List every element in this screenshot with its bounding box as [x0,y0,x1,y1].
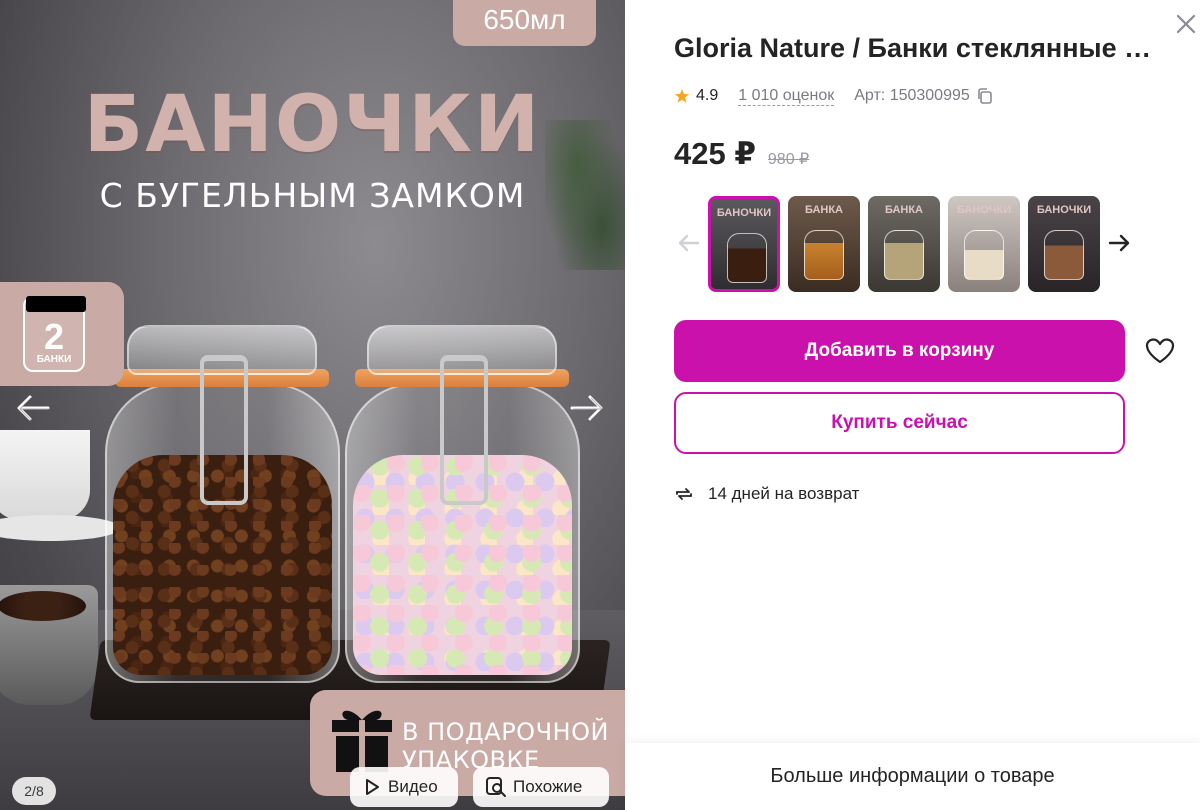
coffee-jar [105,325,340,685]
return-policy-text: 14 дней на возврат [708,484,860,503]
jar-count-badge: 2 БАНКИ [0,282,124,386]
old-price: 980 ₽ [767,151,810,168]
similar-search-icon [486,777,506,797]
thumbnail-2-title: БАНКА [804,204,844,216]
product-image-gallery[interactable]: 650мл БАНОЧКИ С БУГЕЛЬНЫМ ЗАМКОМ 2 БАНКИ… [0,0,625,810]
return-policy: 14 дней на возврат [674,484,859,504]
jar-count-number: 2 [43,316,65,357]
thumbnail-5[interactable]: БАНОЧКИ [1028,196,1100,292]
current-price: 425 ₽ [674,136,756,171]
similar-button[interactable]: Похожие [473,767,609,807]
thumbnail-5-title: БАНОЧКИ [1036,204,1092,216]
price-row: 425 ₽ 980 ₽ [674,136,809,172]
add-to-cart-button[interactable]: Добавить в корзину [674,320,1125,382]
saucer [0,515,120,541]
thumbnail-next-arrow-icon[interactable] [1106,230,1132,256]
gift-text-line1: В ПОДАРОЧНОЙ [402,718,609,746]
product-title: Gloria Nature / Банки стеклянные для хра… [674,33,1164,63]
gallery-headline: БАНОЧКИ [83,80,542,170]
article-number: Арт: 150300995 [854,87,970,104]
thumbnail-4-title: БАНОЧКИ [956,204,1012,216]
return-icon [676,488,692,500]
gallery-next-arrow-icon[interactable] [566,388,606,428]
heart-icon[interactable] [1145,337,1175,365]
copy-icon[interactable] [976,87,994,105]
product-rating: 4.9 [696,87,719,104]
coffee-cup [0,430,90,520]
gallery-prev-arrow-icon[interactable] [14,388,54,428]
buy-now-button[interactable]: Купить сейчас [674,392,1125,454]
thumbnail-3-title: БАНКА [884,204,924,216]
play-icon [366,779,379,795]
portafilter [0,585,98,705]
thumbnail-carousel: БАНОЧКИ БАНКА БАНКА БАНОЧКИ БАНОЧКИ [676,196,1136,292]
gallery-subheadline: С БУГЕЛЬНЫМ ЗАМКОМ [99,176,526,215]
marshmallow-jar [345,325,580,685]
close-icon[interactable] [1172,10,1200,38]
star-icon [674,89,690,103]
more-info-button[interactable]: Больше информации о товаре [625,743,1200,810]
thumbnail-prev-arrow-icon[interactable] [676,230,702,256]
volume-tag: 650мл [453,0,596,46]
thumbnail-3[interactable]: БАНКА [868,196,940,292]
similar-button-label: Похожие [513,777,583,796]
reviews-link[interactable]: 1 010 оценок [738,87,835,106]
gift-icon [332,710,392,772]
thumbnail-1[interactable]: БАНОЧКИ [708,196,780,292]
product-meta-row: 4.9 1 010 оценок Арт: 150300995 [674,85,994,107]
thumbnail-2[interactable]: БАНКА [788,196,860,292]
image-page-counter: 2/8 [12,777,56,805]
thumbnail-4[interactable]: БАНОЧКИ [948,196,1020,292]
video-button[interactable]: Видео [350,767,458,807]
video-button-label: Видео [388,777,438,796]
jar-count-label: БАНКИ [36,354,72,365]
thumbnail-1-title: БАНОЧКИ [716,207,772,219]
jar-icon: 2 БАНКИ [23,296,86,372]
